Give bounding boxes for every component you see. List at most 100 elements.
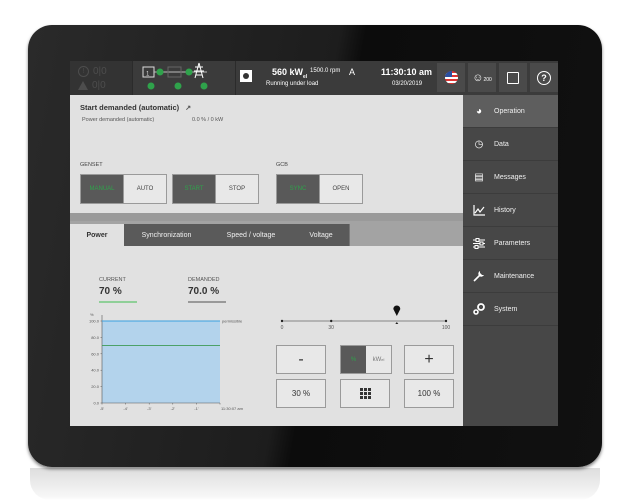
operation-icon: ◕ (475, 105, 483, 117)
power-trend-chart: % 100.0 80.0 60.0 40.0 20.0 0.0-5' -4' -3' -2' -1'… (89, 312, 244, 411)
start-button[interactable]: START (173, 175, 215, 203)
alarm-summary[interactable]: ! 0|0 0|0 (70, 61, 132, 95)
warning-count: 0|0 (93, 66, 107, 77)
kw-unit-button[interactable]: kW el (366, 346, 391, 373)
slider-tick-label: 100 (442, 325, 451, 331)
breaker-icon (156, 68, 164, 76)
gears-icon (473, 303, 485, 315)
genset-control-toggle: START STOP (172, 174, 259, 204)
sidebar-item-label: Data (494, 140, 509, 148)
grid-tower-icon (194, 62, 204, 79)
sidebar-item-messages[interactable]: ▤ Messages (463, 161, 558, 194)
sidebar-item-system[interactable]: System (463, 293, 558, 326)
help-button[interactable]: ? (530, 63, 558, 92)
tab-speed-voltage[interactable]: Speed / voltage (209, 224, 294, 246)
slider-tick-label: 30 (328, 325, 334, 331)
single-line-svg: 1 (142, 62, 208, 90)
y-tick-label: 60.0 (91, 351, 100, 356)
sine-icon (200, 82, 208, 90)
sidebar-item-maintenance[interactable]: Maintenance (463, 260, 558, 293)
sidebar-item-label: Messages (494, 173, 526, 181)
gauge-icon: ◷ (474, 138, 484, 150)
increase-button[interactable]: + (404, 345, 454, 374)
tab-power[interactable]: Power (70, 224, 125, 246)
gcb-toggle: SYNC OPEN (276, 174, 363, 204)
mode-indicator: A (349, 67, 356, 77)
slider-tick (444, 319, 448, 323)
tab-bar: Power Synchronization Speed / voltage Vo… (70, 213, 463, 246)
sidebar-item-label: Maintenance (494, 272, 535, 280)
slider-tick-label: 0 (281, 325, 284, 331)
open-button[interactable]: OPEN (319, 175, 362, 203)
tab-voltage[interactable]: Voltage (293, 224, 350, 246)
sine-icon (174, 82, 182, 90)
stop-button[interactable]: STOP (215, 175, 258, 203)
power-readout: 560 kWel (272, 67, 307, 80)
preset-30-button[interactable]: 30 % (276, 379, 326, 408)
x-tick-label: -1' (194, 406, 199, 411)
y-tick-label: 100.0 (89, 319, 100, 324)
power-subscript: el (303, 73, 308, 80)
single-line-diagram[interactable]: 1 (132, 61, 236, 95)
power-demanded-label: Power demanded (automatic) (82, 117, 155, 123)
running-status: Running under load (266, 81, 319, 87)
slider-handle[interactable] (393, 305, 401, 317)
history-chart-icon (473, 204, 485, 216)
sidebar-item-label: Operation (494, 107, 525, 115)
keypad-icon (359, 388, 371, 399)
permissible-annotation: permissible (222, 319, 243, 324)
sidebar-item-operation[interactable]: ◕ Operation (463, 95, 558, 128)
preset-100-button[interactable]: 100 % (404, 379, 454, 408)
export-button[interactable] (499, 63, 527, 92)
sync-button[interactable]: SYNC (277, 175, 319, 203)
y-tick-label: 80.0 (91, 335, 100, 340)
auto-button[interactable]: AUTO (123, 175, 166, 203)
language-button[interactable] (437, 63, 465, 92)
status-title-text: Start demanded (automatic) (80, 103, 180, 112)
sidebar-item-label: Parameters (494, 239, 531, 247)
info-row: 0|0 (78, 80, 106, 91)
permissible-area (102, 321, 220, 403)
rpm-readout: 1500.0 rpm (310, 68, 341, 74)
y-axis-label: % (90, 312, 94, 317)
sidebar-item-history[interactable]: History (463, 194, 558, 227)
sidebar-item-data[interactable]: ◷ Data (463, 128, 558, 161)
decrease-button[interactable]: - (276, 345, 326, 374)
wrench-icon (473, 270, 485, 282)
demanded-underline (188, 301, 226, 303)
hmi-screen: ! 0|0 0|0 1 560 kWel 1500.0 rpm Running … (70, 61, 558, 426)
x-tick-label: -5' (100, 406, 105, 411)
share-icon (507, 71, 519, 84)
slider-tick (330, 319, 333, 323)
power-setpoint-slider[interactable]: 0 30 100 (276, 302, 462, 338)
gcb-label: GCB (276, 162, 288, 168)
genset-label: GENSET (80, 162, 103, 168)
sidebar-item-parameters[interactable]: Parameters (463, 227, 558, 260)
messages-icon: ▤ (474, 171, 484, 183)
user-icon: ☺200 (472, 71, 492, 84)
tab-synchronization[interactable]: Synchronization (124, 224, 210, 246)
unit-toggle: % kW el (340, 345, 392, 374)
keypad-button[interactable] (340, 379, 390, 408)
y-tick-label: 0.0 (93, 401, 99, 406)
alarm-circle-icon: ! (78, 66, 89, 77)
current-value: 70 % (99, 286, 122, 297)
kw-label: kW (372, 356, 382, 363)
clock-date: 03/20/2019 (392, 81, 423, 87)
manual-button[interactable]: MANUAL (81, 175, 123, 203)
info-count: 0|0 (92, 80, 106, 91)
help-icon: ? (537, 70, 551, 85)
engine-icon (240, 70, 252, 82)
clock-time: 11:30:10 am (381, 67, 433, 77)
us-flag-icon (444, 71, 458, 84)
percent-unit-button[interactable]: % (341, 346, 366, 373)
slider-value-marker (395, 322, 399, 324)
sidebar-item-label: History (494, 206, 516, 214)
status-area: 560 kWel 1500.0 rpm Running under load A… (234, 61, 434, 95)
current-label: CURRENT (99, 277, 126, 283)
kw-subscript: el (381, 357, 385, 362)
user-button[interactable]: ☺200 (468, 63, 496, 92)
tablet-reflection (30, 468, 600, 500)
demanded-label: DEMANDED (188, 277, 220, 283)
x-tick-label: -4' (123, 406, 128, 411)
